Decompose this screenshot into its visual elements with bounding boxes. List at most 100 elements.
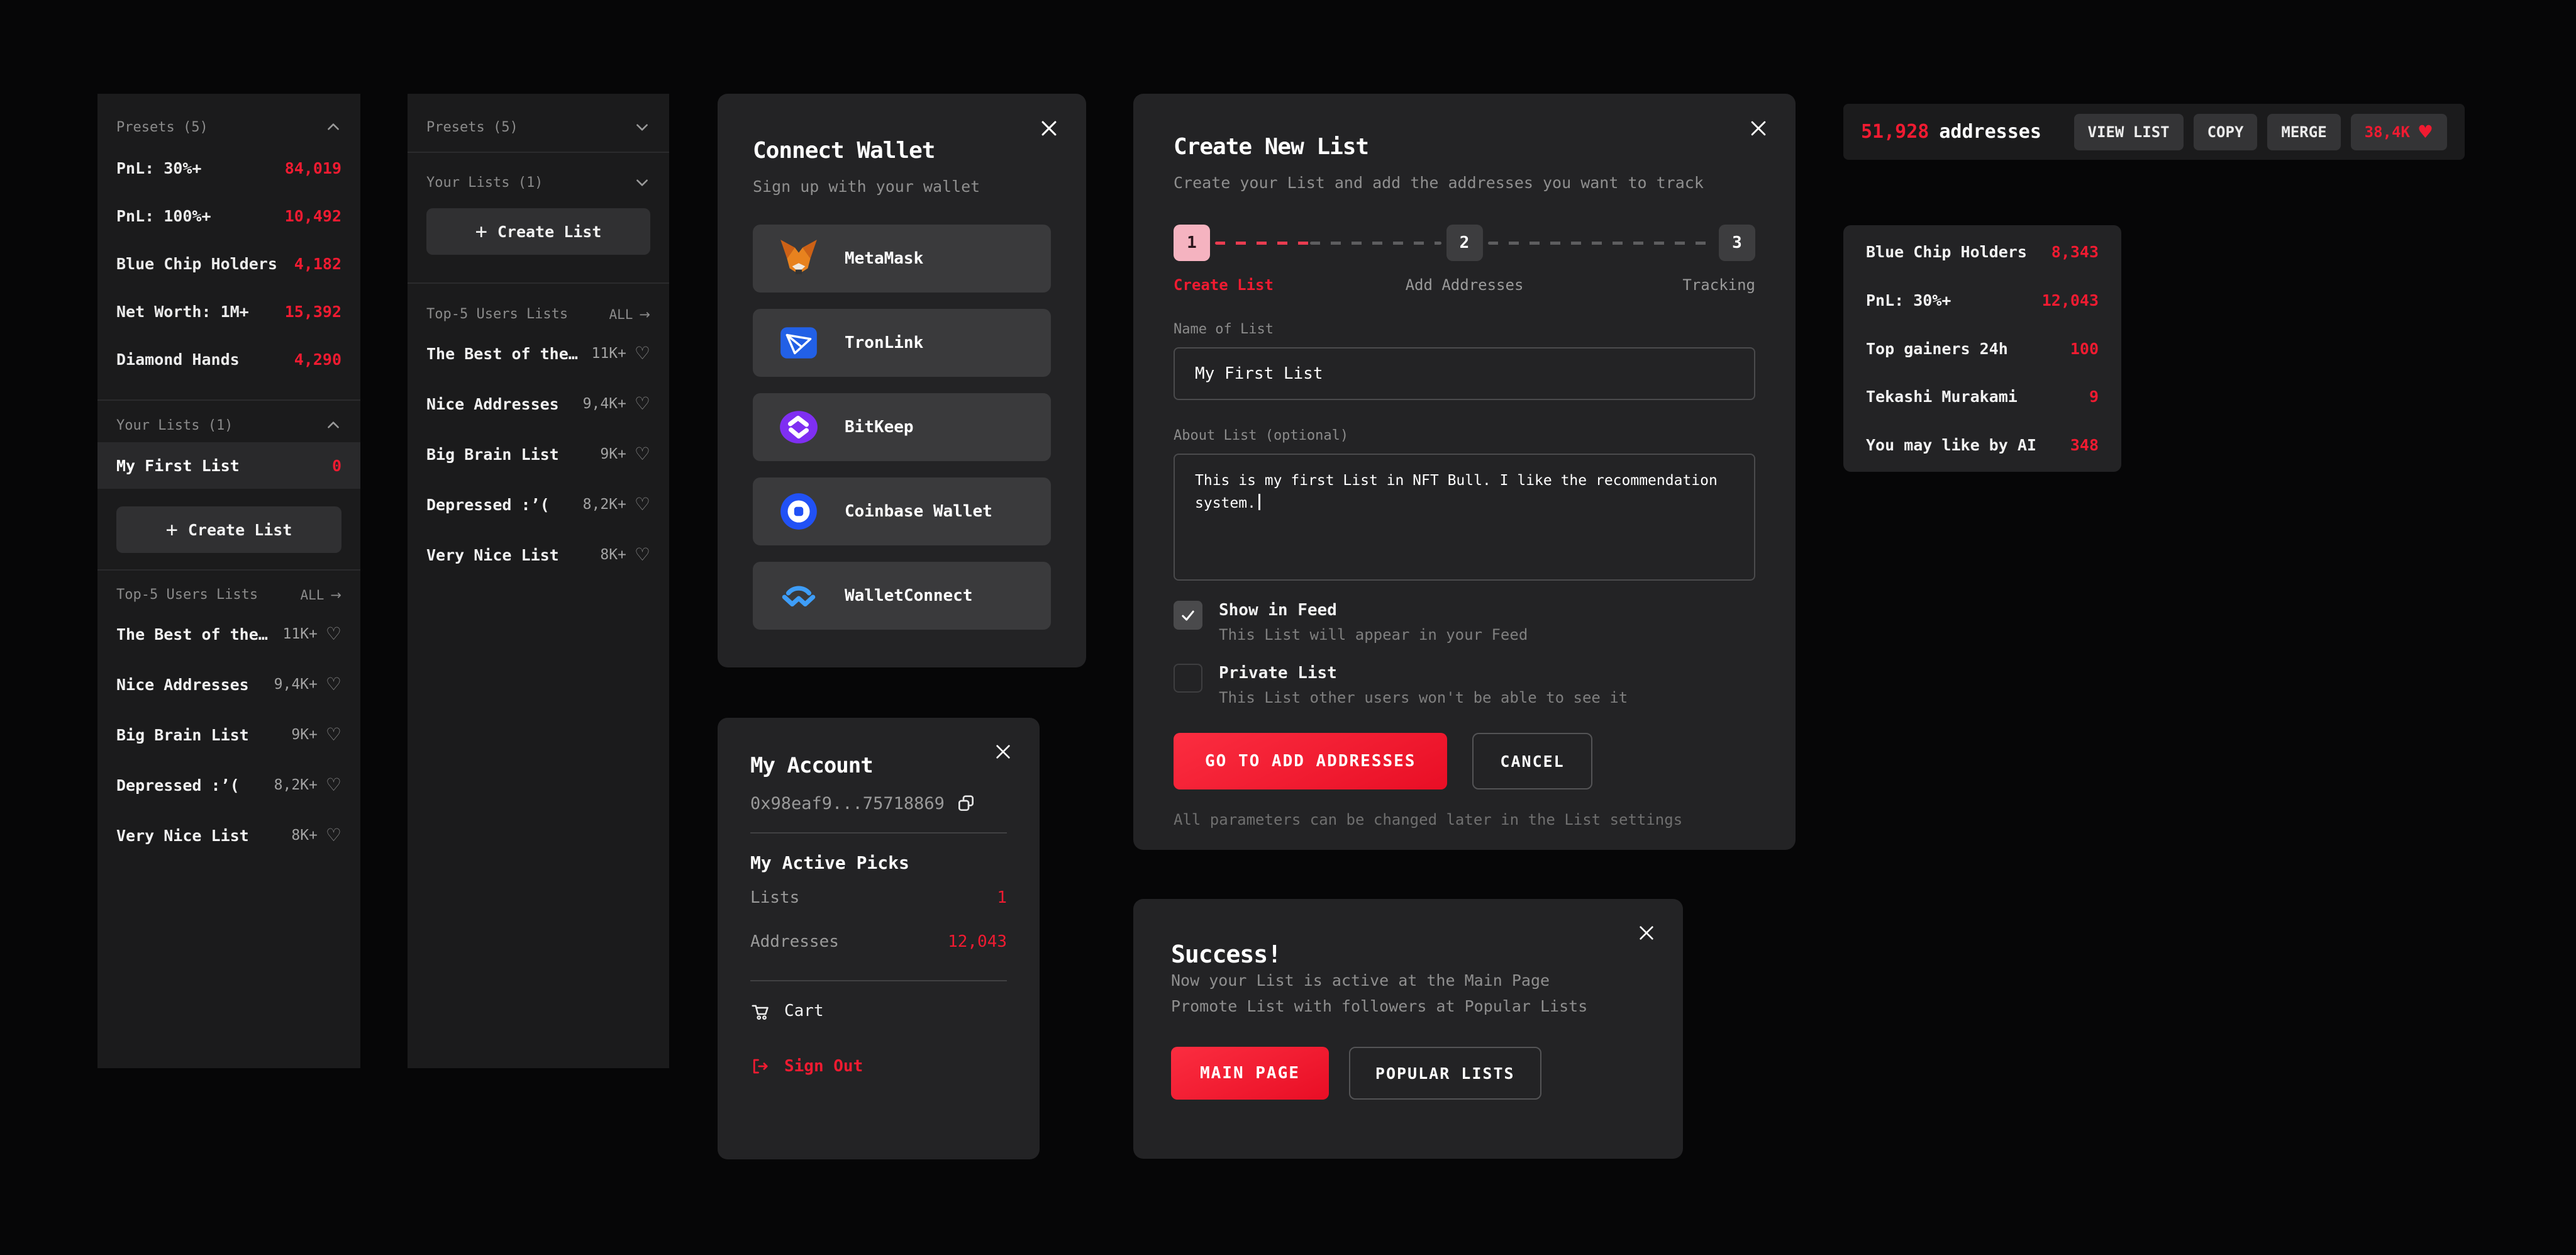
presets-section-header[interactable]: Presets (5) (116, 119, 341, 135)
your-list-row-selected[interactable]: My First List 0 (97, 442, 360, 489)
chevron-up-icon[interactable] (325, 417, 341, 433)
likes-button[interactable]: 38,4K ♥ (2351, 114, 2447, 150)
your-lists-section-header[interactable]: Your Lists (1) (116, 417, 341, 433)
close-icon[interactable] (1748, 118, 1769, 139)
go-to-add-addresses-button[interactable]: GO TO ADD ADDRESSES (1174, 733, 1447, 789)
success-message-line2: Promote List with followers at Popular L… (1171, 994, 1645, 1020)
heart-outline-icon[interactable]: ♡ (326, 726, 341, 744)
close-icon[interactable] (1636, 923, 1657, 943)
modal-actions: GO TO ADD ADDRESSES CANCEL (1174, 733, 1755, 789)
main-page-button[interactable]: MAIN PAGE (1171, 1047, 1329, 1100)
walletconnect-icon (778, 575, 819, 616)
recommended-row[interactable]: Tekashi Murakami9 (1866, 388, 2099, 406)
cart-label: Cart (784, 1001, 824, 1020)
top5-row[interactable]: Very Nice List8K+♡ (426, 530, 650, 580)
recommended-row[interactable]: Blue Chip Holders8,343 (1866, 243, 2099, 261)
top5-row[interactable]: Big Brain List9K+♡ (116, 710, 341, 760)
preset-row[interactable]: PnL: 100%+10,492 (116, 192, 341, 240)
private-list-checkbox[interactable] (1174, 664, 1202, 693)
recommended-row[interactable]: PnL: 30%+12,043 (1866, 291, 2099, 310)
wallet-option-tronlink[interactable]: TronLink (753, 309, 1051, 377)
my-account-modal: My Account 0x98eaf9...75718869 My Active… (718, 718, 1040, 1159)
wallet-option-walletconnect[interactable]: WalletConnect (753, 562, 1051, 630)
presets-section-header[interactable]: Presets (5) (426, 119, 650, 135)
heart-outline-icon[interactable]: ♡ (635, 345, 650, 362)
close-icon[interactable] (993, 742, 1013, 762)
top5-row[interactable]: Depressed :’(8,2K+♡ (426, 479, 650, 530)
heart-outline-icon[interactable]: ♡ (635, 496, 650, 513)
recommended-row[interactable]: Top gainers 24h100 (1866, 340, 2099, 358)
preset-row[interactable]: PnL: 30%+84,019 (116, 144, 341, 192)
heart-outline-icon[interactable]: ♡ (326, 776, 341, 794)
step-2-badge[interactable]: 2 (1446, 225, 1483, 261)
preset-row[interactable]: Net Worth: 1M+15,392 (116, 287, 341, 335)
success-message-line1: Now your List is active at the Main Page (1171, 968, 1645, 994)
sign-out-label: Sign Out (784, 1057, 863, 1076)
addresses-action-bar: 51,928 addresses VIEW LIST COPY MERGE 38… (1843, 104, 2465, 160)
likes-count: 38,4K (2365, 123, 2410, 141)
chevron-up-icon[interactable] (325, 119, 341, 135)
stat-value: 12,043 (948, 932, 1007, 951)
divider (750, 980, 1007, 981)
plus-icon: + (475, 220, 487, 243)
row-count: 12,043 (2042, 291, 2099, 310)
preset-label: Blue Chip Holders (116, 255, 277, 273)
show-in-feed-checkbox[interactable] (1174, 601, 1202, 630)
wallet-name: TronLink (845, 333, 923, 352)
top5-row[interactable]: The Best of the…11K+♡ (426, 328, 650, 379)
cart-icon (750, 1001, 769, 1020)
wallet-options: MetaMask TronLink BitKeep Coinbase Wal (753, 225, 1051, 630)
wallet-option-bitkeep[interactable]: BitKeep (753, 393, 1051, 461)
your-list-count: 0 (332, 457, 341, 475)
cancel-button[interactable]: CANCEL (1472, 733, 1592, 789)
merge-button[interactable]: MERGE (2267, 114, 2340, 150)
sign-out-icon (750, 1057, 769, 1076)
preset-row[interactable]: Blue Chip Holders 4,182 (116, 240, 341, 287)
wallet-option-metamask[interactable]: MetaMask (753, 225, 1051, 293)
copy-icon[interactable] (956, 793, 976, 813)
heart-outline-icon[interactable]: ♡ (326, 676, 341, 693)
preset-row[interactable]: Diamond Hands4,290 (116, 335, 341, 383)
close-icon[interactable] (1038, 118, 1060, 139)
top5-all-link[interactable]: ALL → (300, 588, 341, 603)
heart-outline-icon[interactable]: ♡ (326, 625, 341, 643)
create-list-button[interactable]: + Create List (116, 506, 341, 553)
progress-dashes (1215, 242, 1310, 245)
create-list-label: Create List (188, 521, 292, 539)
top5-all-link[interactable]: ALL → (609, 307, 650, 322)
top5-row[interactable]: Nice Addresses9,4K+♡ (426, 379, 650, 429)
your-lists-section-header[interactable]: Your Lists (1) (426, 174, 650, 191)
chevron-down-icon[interactable] (634, 174, 650, 191)
heart-outline-icon[interactable]: ♡ (635, 445, 650, 463)
heart-outline-icon[interactable]: ♡ (635, 395, 650, 413)
view-list-button[interactable]: VIEW LIST (2074, 114, 2184, 150)
create-list-button[interactable]: + Create List (426, 208, 650, 255)
top5-row[interactable]: Big Brain List9K+♡ (426, 429, 650, 479)
wallet-option-coinbase[interactable]: Coinbase Wallet (753, 477, 1051, 545)
coinbase-icon (778, 491, 819, 532)
cart-menu-item[interactable]: Cart (750, 1001, 1007, 1020)
list-name-input[interactable] (1174, 347, 1755, 400)
about-list-textarea[interactable]: This is my first List in NFT Bull. I lik… (1174, 454, 1755, 581)
stat-value: 1 (997, 888, 1007, 907)
top5-row[interactable]: The Best of the…11K+♡ (116, 609, 341, 659)
top5-row[interactable]: Nice Addresses9,4K+♡ (116, 659, 341, 710)
likes-count: 9K+ (291, 727, 318, 743)
copy-button[interactable]: COPY (2194, 114, 2258, 150)
likes-count: 8K+ (600, 547, 626, 563)
likes-count: 11K+ (592, 345, 626, 362)
top5-row[interactable]: Depressed :’(8,2K+♡ (116, 760, 341, 810)
chevron-down-icon[interactable] (634, 119, 650, 135)
popular-lists-button[interactable]: POPULAR LISTS (1349, 1047, 1541, 1100)
sign-out-menu-item[interactable]: Sign Out (750, 1057, 1007, 1076)
heart-outline-icon[interactable]: ♡ (635, 546, 650, 564)
heart-outline-icon[interactable]: ♡ (326, 827, 341, 844)
wallet-name: BitKeep (845, 418, 914, 437)
step-1-badge[interactable]: 1 (1174, 225, 1210, 261)
arrow-right-icon: → (639, 307, 650, 322)
preset-count: 4,182 (294, 255, 341, 273)
step-3-badge[interactable]: 3 (1719, 225, 1755, 261)
my-account-title: My Account (750, 753, 1007, 778)
top5-row[interactable]: Very Nice List8K+♡ (116, 810, 341, 861)
recommended-row[interactable]: You may like by AI348 (1866, 436, 2099, 454)
